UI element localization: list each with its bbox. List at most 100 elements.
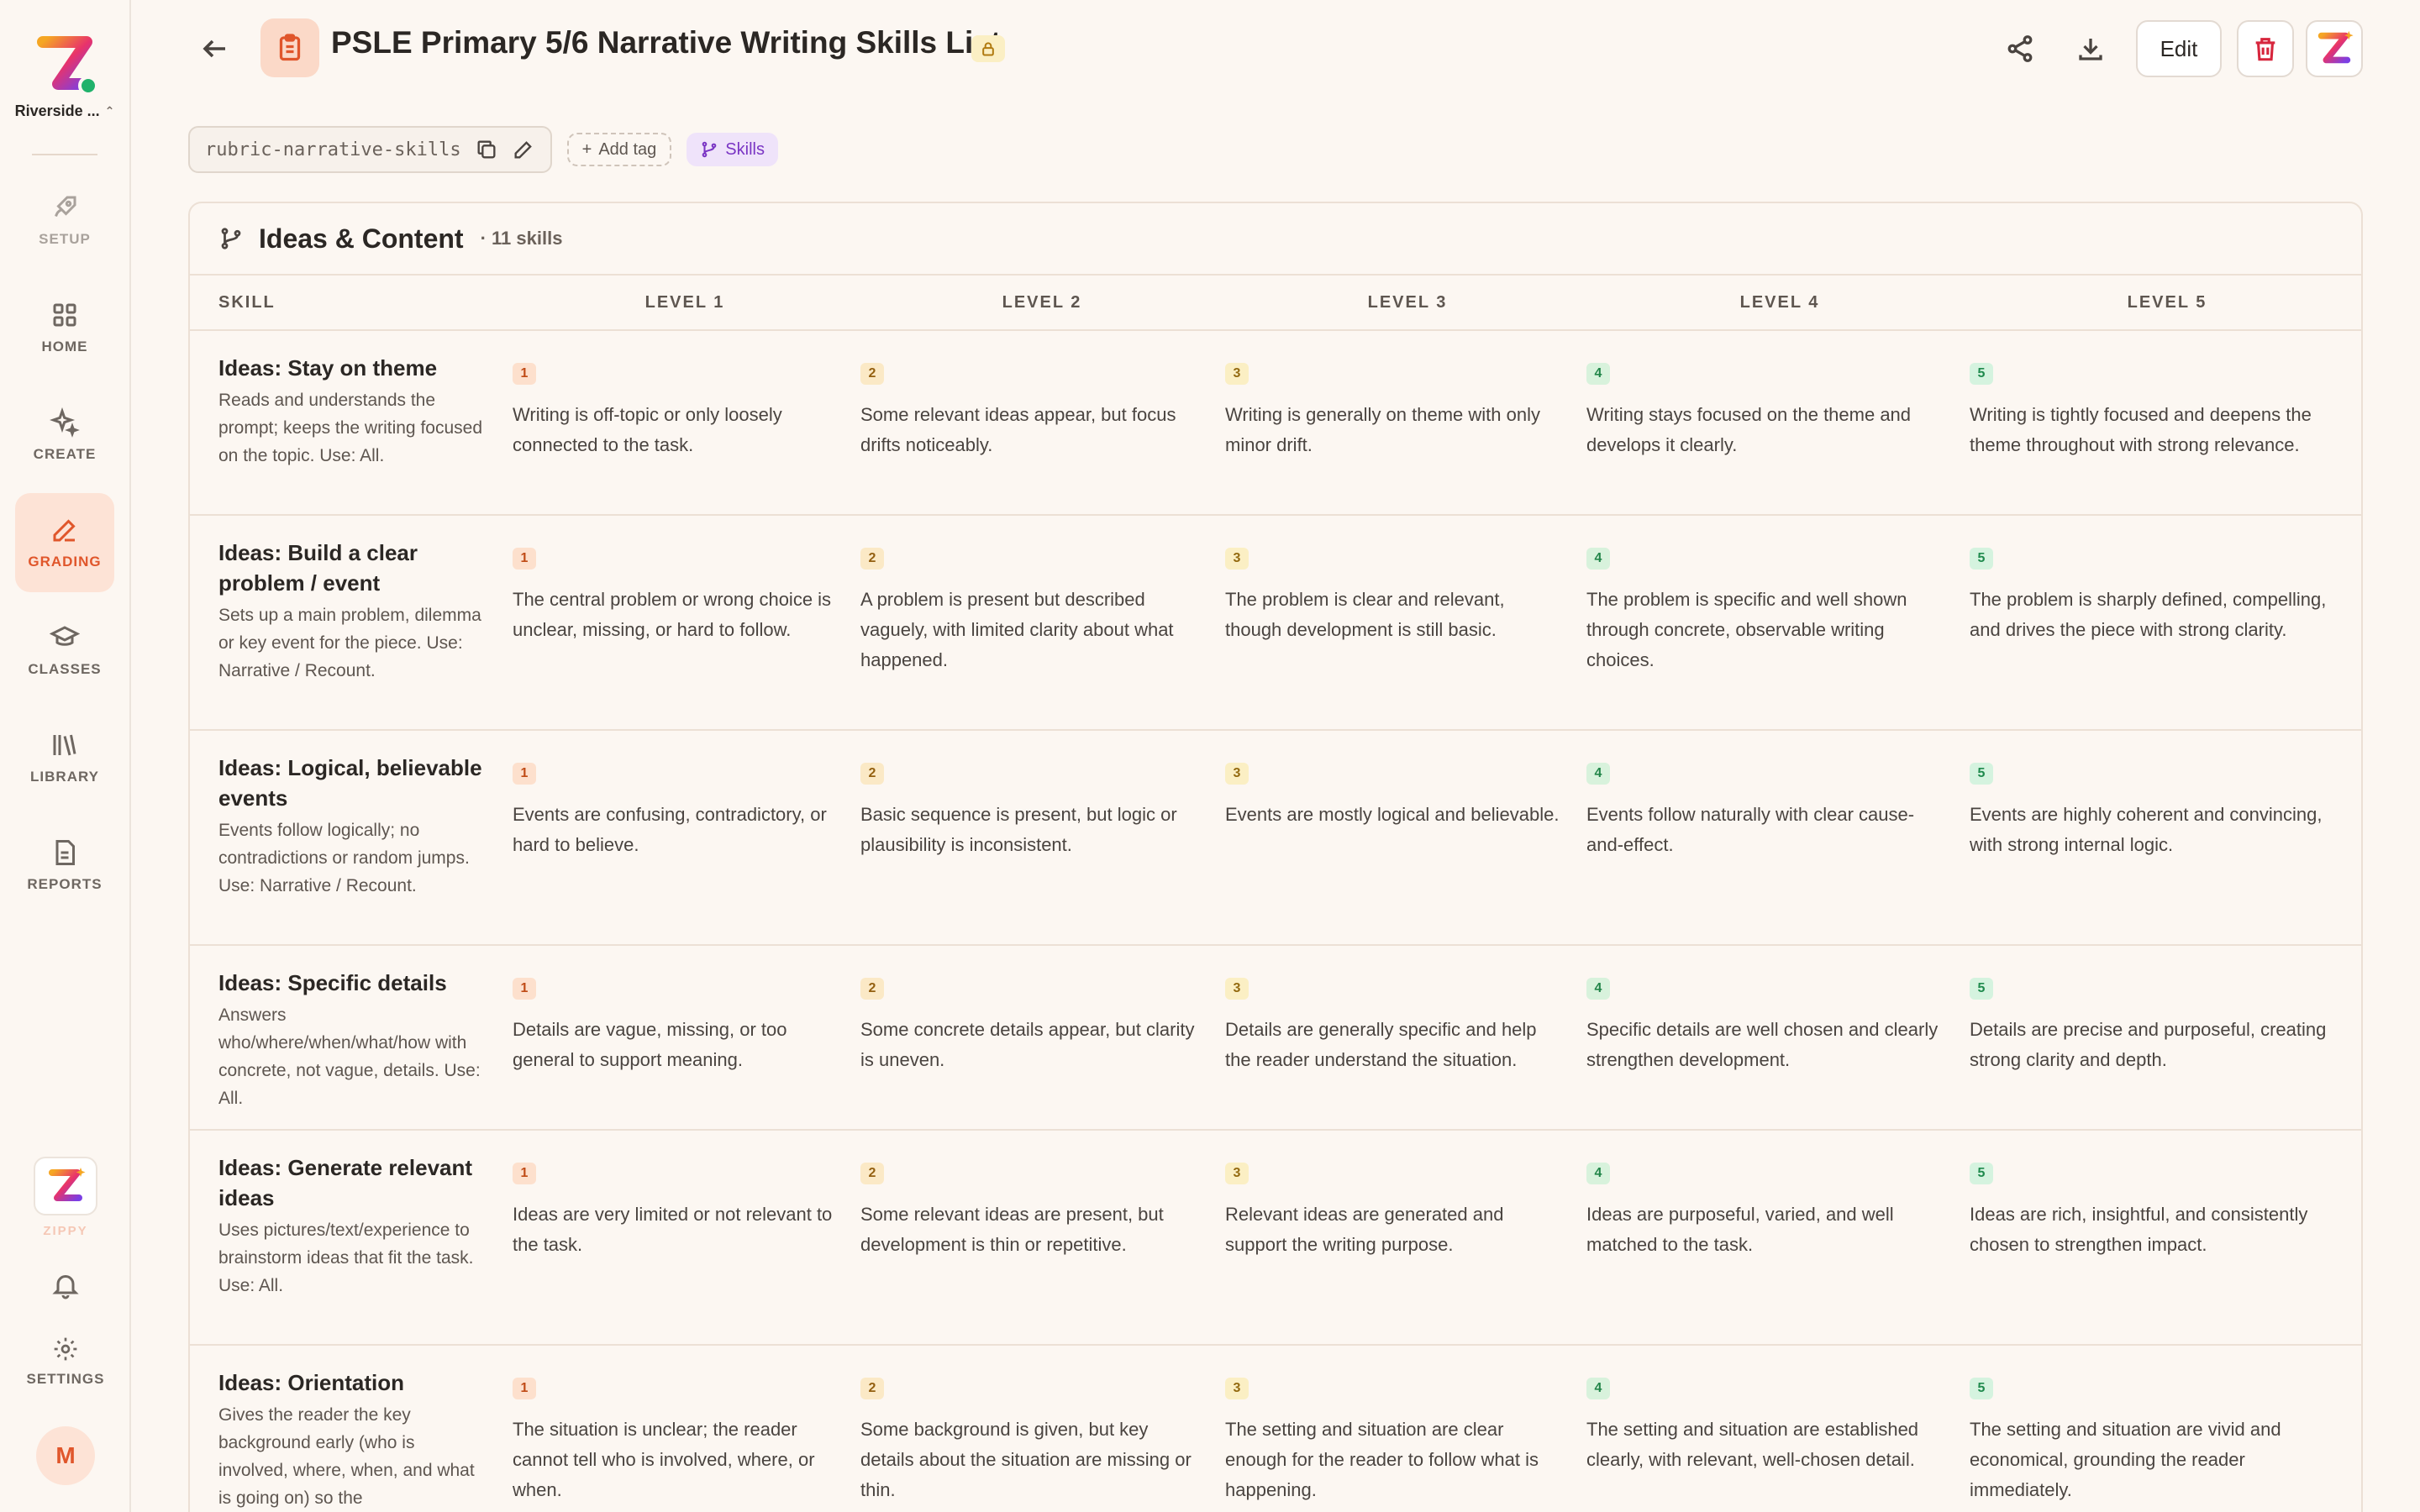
level-descriptor: Some relevant ideas are present, but dev… bbox=[860, 1204, 1164, 1255]
level-4-cell: 4 Events follow naturally with clear caus… bbox=[1586, 731, 1970, 944]
sidebar-item-create[interactable]: CREATE bbox=[15, 386, 114, 485]
copy-icon[interactable] bbox=[475, 138, 498, 161]
app-logo[interactable] bbox=[33, 34, 98, 97]
level-badge: 1 bbox=[513, 763, 536, 785]
branch-icon bbox=[221, 228, 241, 249]
sidebar-item-library[interactable]: LIBRARY bbox=[15, 708, 114, 807]
level-descriptor: Ideas are purposeful, varied, and well m… bbox=[1586, 1204, 1894, 1255]
level-badge: 3 bbox=[1225, 978, 1249, 1000]
level-badge: 4 bbox=[1586, 978, 1610, 1000]
column-header-level-1: LEVEL 1 bbox=[644, 292, 725, 312]
level-2-cell: 2 Some relevant ideas appear, but focus d… bbox=[860, 331, 1225, 514]
add-tag-label: Add tag bbox=[598, 139, 657, 159]
column-header-level-5: LEVEL 5 bbox=[2127, 292, 2207, 312]
online-status-dot bbox=[78, 76, 98, 96]
bell-icon bbox=[52, 1275, 79, 1299]
table-row[interactable]: Ideas: Generate relevant ideas Uses pictu… bbox=[190, 1131, 2361, 1346]
level-1-cell: 1 Events are confusing, contradictory, or… bbox=[513, 731, 860, 944]
table-row[interactable]: Ideas: Specific details Answers who/where… bbox=[190, 946, 2361, 1131]
sidebar-item-settings[interactable]: SETTINGS bbox=[26, 1336, 104, 1388]
section-title: Ideas & Content bbox=[259, 223, 464, 254]
level-descriptor: The central problem or wrong choice is u… bbox=[513, 589, 832, 640]
delete-button[interactable] bbox=[2237, 20, 2294, 77]
level-5-cell: 5 Details are precise and purposeful, cre… bbox=[1970, 946, 2361, 1129]
level-badge: 2 bbox=[860, 548, 884, 570]
sparkles-icon bbox=[50, 407, 80, 438]
download-icon bbox=[2079, 39, 2102, 60]
locked-badge bbox=[971, 35, 1005, 62]
level-descriptor: Writing is off-topic or only loosely con… bbox=[513, 404, 782, 455]
level-descriptor: Ideas are rich, insightful, and consiste… bbox=[1970, 1204, 2308, 1255]
user-avatar[interactable]: M bbox=[36, 1426, 95, 1485]
level-badge: 2 bbox=[860, 1163, 884, 1184]
skill-name: Ideas: Specific details bbox=[218, 970, 447, 995]
level-1-cell: 1 Details are vague, missing, or too gene… bbox=[513, 946, 860, 1129]
type-chip: Skills bbox=[687, 133, 778, 166]
level-5-cell: 5 Ideas are rich, insightful, and consist… bbox=[1970, 1131, 2361, 1344]
level-descriptor: Writing stays focused on the theme and d… bbox=[1586, 404, 1912, 455]
type-chip-label: Skills bbox=[725, 139, 765, 159]
level-descriptor: The problem is clear and relevant, thoug… bbox=[1225, 589, 1505, 640]
level-4-cell: 4 Writing stays focused on the theme and … bbox=[1586, 331, 1970, 514]
column-header-level-2: LEVEL 2 bbox=[1002, 292, 1082, 312]
sidebar-item-label: SETUP bbox=[39, 231, 91, 247]
level-4-cell: 4 Ideas are purposeful, varied, and well … bbox=[1586, 1131, 1970, 1344]
level-descriptor: The situation is unclear; the reader can… bbox=[513, 1419, 815, 1500]
level-badge: 3 bbox=[1225, 1163, 1249, 1184]
table-row[interactable]: Ideas: Orientation Gives the reader the k… bbox=[190, 1346, 2361, 1512]
level-badge: 5 bbox=[1970, 978, 1993, 1000]
zippy-button[interactable] bbox=[34, 1157, 97, 1215]
level-descriptor: Details are vague, missing, or too gener… bbox=[513, 1019, 787, 1070]
plus-icon: + bbox=[581, 139, 592, 159]
pencil-icon[interactable] bbox=[512, 138, 535, 161]
share-button[interactable] bbox=[2005, 34, 2039, 67]
level-badge: 1 bbox=[513, 1163, 536, 1184]
level-4-cell: 4 Specific details are well chosen and cl… bbox=[1586, 946, 1970, 1129]
skill-name: Ideas: Logical, believable events bbox=[218, 755, 482, 811]
level-badge: 4 bbox=[1586, 1378, 1610, 1399]
table-row[interactable]: Ideas: Stay on theme Reads and understand… bbox=[190, 331, 2361, 516]
table-row[interactable]: Ideas: Build a clear problem / event Sets… bbox=[190, 516, 2361, 731]
level-2-cell: 2 Basic sequence is present, but logic or… bbox=[860, 731, 1225, 944]
zippy-icon bbox=[2317, 30, 2354, 64]
slug-field: rubric-narrative-skills bbox=[188, 126, 552, 173]
back-button[interactable] bbox=[200, 34, 230, 64]
graduation-cap-icon bbox=[50, 626, 80, 646]
skills-table-body: Ideas: Stay on theme Reads and understand… bbox=[190, 331, 2361, 1512]
level-badge: 2 bbox=[860, 978, 884, 1000]
skill-description: Sets up a main problem, dilemma or key e… bbox=[218, 606, 481, 680]
level-5-cell: 5 Events are highly coherent and convinci… bbox=[1970, 731, 2361, 944]
org-switcher[interactable]: Riverside ... ⌃ bbox=[15, 102, 115, 120]
column-header-skill: SKILL bbox=[218, 292, 276, 312]
skill-cell: Ideas: Logical, believable events Events … bbox=[190, 731, 513, 944]
level-2-cell: 2 Some background is given, but key detai… bbox=[860, 1346, 1225, 1512]
level-badge: 3 bbox=[1225, 763, 1249, 785]
add-tag-button[interactable]: + Add tag bbox=[566, 133, 672, 166]
level-badge: 4 bbox=[1586, 1163, 1610, 1184]
rubric-type-badge bbox=[260, 18, 319, 77]
edit-button[interactable]: Edit bbox=[2136, 20, 2222, 77]
download-button[interactable] bbox=[2075, 34, 2109, 67]
sidebar-item-home[interactable]: HOME bbox=[15, 278, 114, 377]
skill-cell: Ideas: Generate relevant ideas Uses pictu… bbox=[190, 1131, 513, 1344]
table-row[interactable]: Ideas: Logical, believable events Events … bbox=[190, 731, 2361, 946]
level-1-cell: 1 The central problem or wrong choice is … bbox=[513, 516, 860, 729]
level-1-cell: 1 The situation is unclear; the reader ca… bbox=[513, 1346, 860, 1512]
notifications-button[interactable] bbox=[50, 1270, 81, 1300]
level-badge: 2 bbox=[860, 1378, 884, 1399]
sidebar-item-label: REPORTS bbox=[27, 876, 103, 892]
skill-cell: Ideas: Stay on theme Reads and understand… bbox=[190, 331, 513, 514]
sidebar-item-setup[interactable]: SETUP bbox=[15, 171, 114, 270]
share-icon bbox=[2007, 35, 2033, 62]
sidebar-item-grading[interactable]: GRADING bbox=[15, 493, 114, 592]
level-badge: 1 bbox=[513, 1378, 536, 1399]
chevron-updown-icon: ⌃ bbox=[104, 104, 115, 118]
books-icon bbox=[53, 734, 76, 756]
column-header-level-4: LEVEL 4 bbox=[1739, 292, 1820, 312]
level-4-cell: 4 The setting and situation are establish… bbox=[1586, 1346, 1970, 1512]
sidebar-item-reports[interactable]: REPORTS bbox=[15, 816, 114, 915]
gear-icon bbox=[54, 1337, 77, 1361]
level-descriptor: Relevant ideas are generated and support… bbox=[1225, 1204, 1504, 1255]
sidebar-item-classes[interactable]: CLASSES bbox=[15, 601, 114, 700]
zippy-assistant-button[interactable] bbox=[2306, 20, 2363, 77]
